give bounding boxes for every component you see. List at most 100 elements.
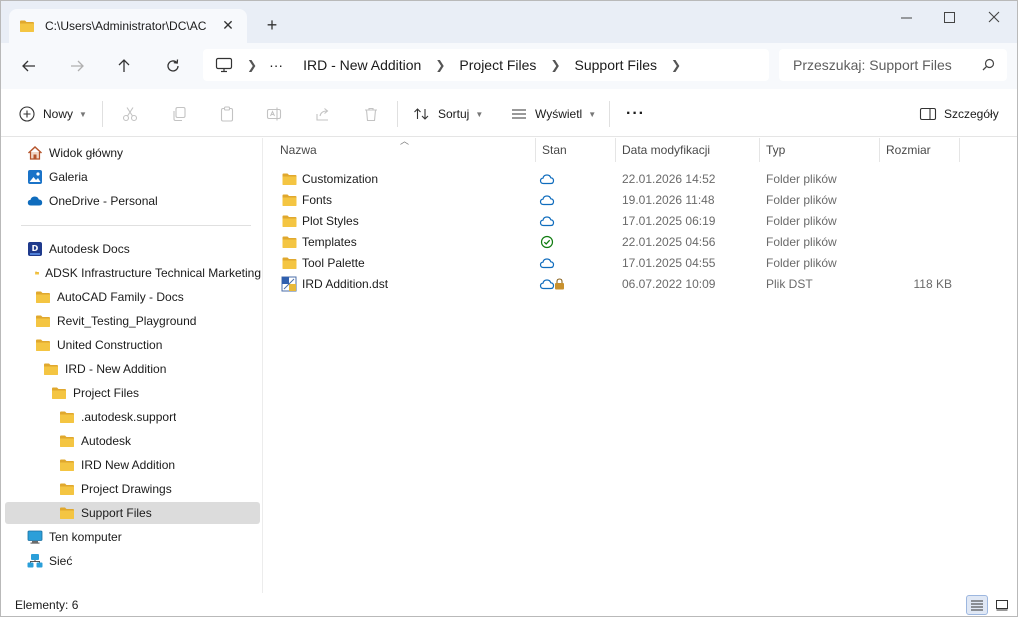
sidebar-item-ird-new-addition-2[interactable]: IRD New Addition	[59, 454, 175, 476]
cloud-icon	[539, 168, 555, 189]
copy-button[interactable]	[171, 101, 187, 127]
view-button[interactable]: Wyświetl ▼	[510, 101, 596, 127]
sidebar-item-this-pc[interactable]: Ten komputer	[27, 526, 122, 548]
file-row[interactable]: Plot Styles 17.01.2025 06:19 Folder plik…	[276, 210, 966, 231]
address-row: ❯ ··· IRD - New Addition ❯ Project Files…	[1, 43, 1017, 89]
file-row[interactable]: IRD Addition.dst 06.07.2022 10:09 Plik D…	[276, 273, 966, 294]
forward-button[interactable]	[62, 51, 92, 81]
folder-icon	[281, 252, 298, 273]
column-header-modified[interactable]: Data modyfikacji	[616, 138, 760, 162]
sidebar-item-label: Project Files	[73, 386, 140, 400]
details-view-button[interactable]	[966, 595, 988, 615]
refresh-button[interactable]	[158, 51, 188, 81]
file-name: Customization	[302, 171, 379, 186]
plus-circle-icon	[19, 106, 35, 122]
tab-close-icon[interactable]: ✕	[219, 16, 237, 34]
file-size	[886, 252, 952, 273]
network-icon	[27, 554, 43, 568]
file-modified: 19.01.2026 11:48	[622, 192, 715, 207]
file-size: 118 KB	[913, 276, 952, 291]
column-header-type[interactable]: Typ	[760, 138, 880, 162]
details-pane-icon	[919, 107, 937, 121]
file-row[interactable]: Customization 22.01.2026 14:52 Folder pl…	[276, 168, 966, 189]
folder-icon	[43, 361, 59, 377]
rename-icon	[266, 107, 282, 121]
sidebar-item-autodesk-support[interactable]: .autodesk.support	[59, 406, 176, 428]
sidebar-item-project-files[interactable]: Project Files	[51, 382, 139, 404]
breadcrumb[interactable]: ❯ ··· IRD - New Addition ❯ Project Files…	[203, 49, 769, 81]
file-row[interactable]: Tool Palette 17.01.2025 04:55 Folder pli…	[276, 252, 966, 273]
up-button[interactable]	[109, 51, 139, 81]
file-row[interactable]: Templates 22.01.2025 04:56 Folder plików	[276, 231, 966, 252]
back-button[interactable]	[14, 51, 44, 81]
sidebar-item-autocad-family[interactable]: AutoCAD Family - Docs	[35, 286, 184, 308]
cut-button[interactable]	[122, 101, 138, 127]
chevron-down-icon: ▼	[588, 109, 597, 119]
column-header-name[interactable]: Nazwa	[274, 138, 536, 162]
sidebar-item-label: OneDrive - Personal	[49, 194, 158, 208]
clipboard-icon	[220, 106, 234, 122]
search-icon[interactable]	[982, 58, 995, 74]
minimize-button[interactable]	[883, 1, 929, 33]
folder-icon	[59, 481, 75, 497]
chevron-right-icon[interactable]: ❯	[435, 58, 445, 72]
sidebar-item-label: Autodesk Docs	[49, 242, 130, 256]
sidebar-item-project-drawings[interactable]: Project Drawings	[59, 478, 172, 500]
file-list: ︿ Nazwa Stan Data modyfikacji Typ Rozmia…	[264, 136, 1017, 593]
arrow-right-icon	[71, 60, 84, 72]
folder-icon	[35, 265, 39, 281]
chevron-right-icon[interactable]: ❯	[671, 58, 681, 72]
new-button[interactable]: Nowy ▼	[19, 101, 87, 127]
sidebar-item-revit-testing[interactable]: Revit_Testing_Playground	[35, 310, 196, 332]
more-options-button[interactable]: ···	[626, 101, 645, 127]
paste-button[interactable]	[219, 101, 235, 127]
sidebar-item-ird-new-addition[interactable]: IRD - New Addition	[43, 358, 166, 380]
navigation-pane: Widok główny Galeria OneDrive - Personal…	[1, 138, 263, 593]
sidebar-item-adsk-infrastructure[interactable]: ADSK Infrastructure Technical Marketing	[35, 262, 261, 284]
chevron-right-icon[interactable]: ❯	[550, 58, 560, 72]
sidebar-divider	[21, 225, 251, 226]
column-divider[interactable]	[959, 138, 960, 162]
breadcrumb-more[interactable]: ···	[269, 57, 283, 73]
breadcrumb-segment[interactable]: IRD - New Addition	[303, 57, 421, 73]
cloud-icon	[539, 273, 555, 294]
delete-button[interactable]	[363, 101, 379, 127]
close-window-button[interactable]	[971, 1, 1017, 33]
file-row[interactable]: Fonts 19.01.2026 11:48 Folder plików	[276, 189, 966, 210]
computer-icon[interactable]	[215, 57, 233, 73]
breadcrumb-segment[interactable]: Project Files	[459, 57, 536, 73]
share-button[interactable]	[315, 101, 331, 127]
sidebar-item-support-files[interactable]: Support Files	[5, 502, 260, 524]
rename-button[interactable]	[266, 101, 282, 127]
command-bar: Nowy ▼ Sortuj ▼ Wyświetl ▼ ··· Szczegóły	[1, 89, 1017, 137]
sort-button[interactable]: Sortuj ▼	[413, 101, 483, 127]
column-header-size[interactable]: Rozmiar	[880, 138, 960, 162]
search-input[interactable]: Przeszukaj: Support Files	[793, 57, 952, 73]
tiles-view-button[interactable]	[991, 595, 1013, 615]
sidebar-item-label: United Construction	[57, 338, 163, 352]
sidebar-item-autodesk[interactable]: Autodesk	[59, 430, 131, 452]
new-tab-button[interactable]: +	[261, 14, 283, 36]
sidebar-item-gallery[interactable]: Galeria	[27, 166, 88, 188]
details-pane-button[interactable]: Szczegóły	[919, 101, 999, 127]
active-tab[interactable]: C:\Users\Administrator\DC\AC ✕	[9, 9, 247, 43]
folder-icon	[59, 433, 75, 449]
sidebar-item-label: Project Drawings	[81, 482, 172, 496]
maximize-button[interactable]	[926, 1, 972, 33]
sidebar-item-onedrive[interactable]: OneDrive - Personal	[27, 190, 158, 212]
search-box[interactable]: Przeszukaj: Support Files	[779, 49, 1007, 81]
sidebar-item-home[interactable]: Widok główny	[27, 142, 123, 164]
sidebar-item-network[interactable]: Sieć	[27, 550, 72, 572]
column-header-status[interactable]: Stan	[536, 138, 616, 162]
scissors-icon	[122, 107, 138, 122]
list-view-icon	[512, 109, 526, 119]
breadcrumb-segment[interactable]: Support Files	[575, 57, 657, 73]
folder-icon	[281, 210, 298, 231]
sidebar-item-autodesk-docs[interactable]: D Autodesk Docs	[27, 238, 130, 260]
copy-icon	[173, 106, 186, 122]
minimize-icon	[900, 17, 912, 18]
dst-file-icon	[281, 273, 297, 294]
sidebar-item-united-construction[interactable]: United Construction	[35, 334, 162, 356]
chevron-right-icon[interactable]: ❯	[247, 58, 257, 72]
file-name: Fonts	[302, 192, 333, 207]
